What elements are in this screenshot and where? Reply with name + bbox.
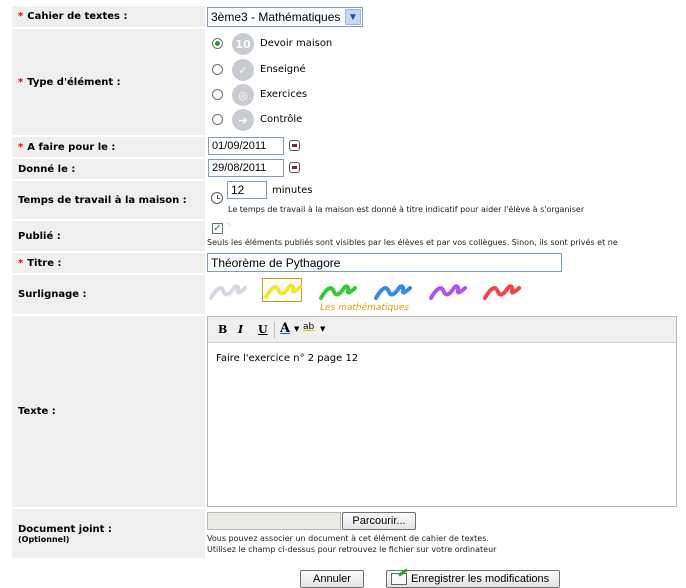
donne-date-input[interactable]: 29/08/2011 — [208, 159, 284, 177]
italic-button[interactable]: I — [238, 323, 243, 336]
document-help-1: Vous pouvez associer un document à cet é… — [207, 534, 489, 543]
titre-input[interactable]: Théorème de Pythagore — [207, 253, 562, 272]
bold-button[interactable]: B — [218, 323, 227, 336]
cahier-label: * Cahier de textes : — [12, 6, 205, 27]
broadcast-icon: ◝ — [227, 222, 231, 232]
publie-checkbox[interactable]: ✓ — [212, 223, 223, 234]
type-radio[interactable] — [212, 64, 223, 75]
font-color-button[interactable]: A — [280, 321, 290, 336]
document-label: Document joint : (Optionnel) — [12, 509, 205, 558]
highlight-swatch[interactable] — [208, 280, 248, 300]
type-option-label: Enseigné — [260, 64, 306, 75]
ten-icon: 10 — [232, 33, 254, 55]
chevron-down-icon[interactable]: ▼ — [345, 9, 361, 25]
temps-help: Le temps de travail à la maison est donn… — [228, 205, 585, 214]
browse-button[interactable]: Parcourir... — [342, 512, 416, 530]
document-help-2: Utilisez le champ ci-dessus pour retrouv… — [207, 545, 497, 554]
toolbar-divider — [274, 322, 275, 338]
type-label: * Type d'élément : — [12, 29, 205, 135]
type-radio[interactable] — [212, 38, 223, 49]
rich-text-editor[interactable]: B I U A ▼ ab ▼ Faire l'exercice n° 2 pag… — [207, 316, 677, 507]
calendar-icon[interactable] — [289, 162, 300, 173]
editor-toolbar: B I U A ▼ ab ▼ — [208, 317, 676, 343]
type-radio[interactable] — [212, 114, 223, 125]
afaire-label: * A faire pour le : — [12, 137, 205, 157]
cancel-button[interactable]: Annuler — [300, 570, 364, 588]
highlight-swatch[interactable] — [482, 280, 522, 300]
arrow-right-icon: ➔ — [232, 109, 254, 131]
publie-help: Seuls les éléments publiés sont visibles… — [207, 238, 618, 247]
texte-label: Texte : — [12, 316, 205, 507]
highlight-swatch[interactable] — [428, 280, 468, 300]
temps-input[interactable]: 12 — [227, 181, 267, 199]
highlight-color-button[interactable]: ab — [303, 322, 314, 332]
highlight-swatch[interactable] — [262, 278, 302, 302]
highlight-swatch[interactable] — [318, 280, 358, 300]
titre-label: * Titre : — [12, 253, 205, 273]
target-icon: ◎ — [232, 84, 254, 106]
save-icon — [391, 568, 408, 585]
publie-label: Publié : — [12, 221, 205, 251]
type-option-label: Exercices — [260, 89, 308, 100]
check-icon: ✓ — [232, 59, 254, 81]
editor-content[interactable]: Faire l'exercice n° 2 page 12 — [216, 353, 358, 364]
highlight-caption: Les mathématiques — [320, 303, 410, 313]
type-radio[interactable] — [212, 89, 223, 100]
chevron-down-icon[interactable]: ▼ — [320, 325, 325, 333]
calendar-icon[interactable] — [289, 140, 300, 151]
save-button[interactable]: Enregistrer les modifications — [386, 568, 560, 588]
type-option-label: Contrôle — [260, 114, 303, 125]
clock-icon — [211, 192, 223, 204]
afaire-date-input[interactable]: 01/09/2011 — [208, 137, 284, 155]
temps-label: Temps de travail à la maison : — [12, 181, 205, 219]
highlight-swatch[interactable] — [373, 280, 413, 300]
file-path-input[interactable] — [207, 512, 341, 530]
underline-button[interactable]: U — [258, 323, 268, 336]
temps-unit: minutes — [272, 185, 313, 196]
edit-form: * Cahier de textes : 3ème3 - Mathématiqu… — [0, 0, 686, 588]
type-option-label: Devoir maison — [260, 38, 333, 49]
chevron-down-icon[interactable]: ▼ — [294, 325, 299, 333]
surlignage-label: Surlignage : — [12, 275, 205, 314]
donne-label: Donné le : — [12, 159, 205, 179]
cahier-select[interactable]: 3ème3 - Mathématiques ▼ — [207, 7, 363, 27]
